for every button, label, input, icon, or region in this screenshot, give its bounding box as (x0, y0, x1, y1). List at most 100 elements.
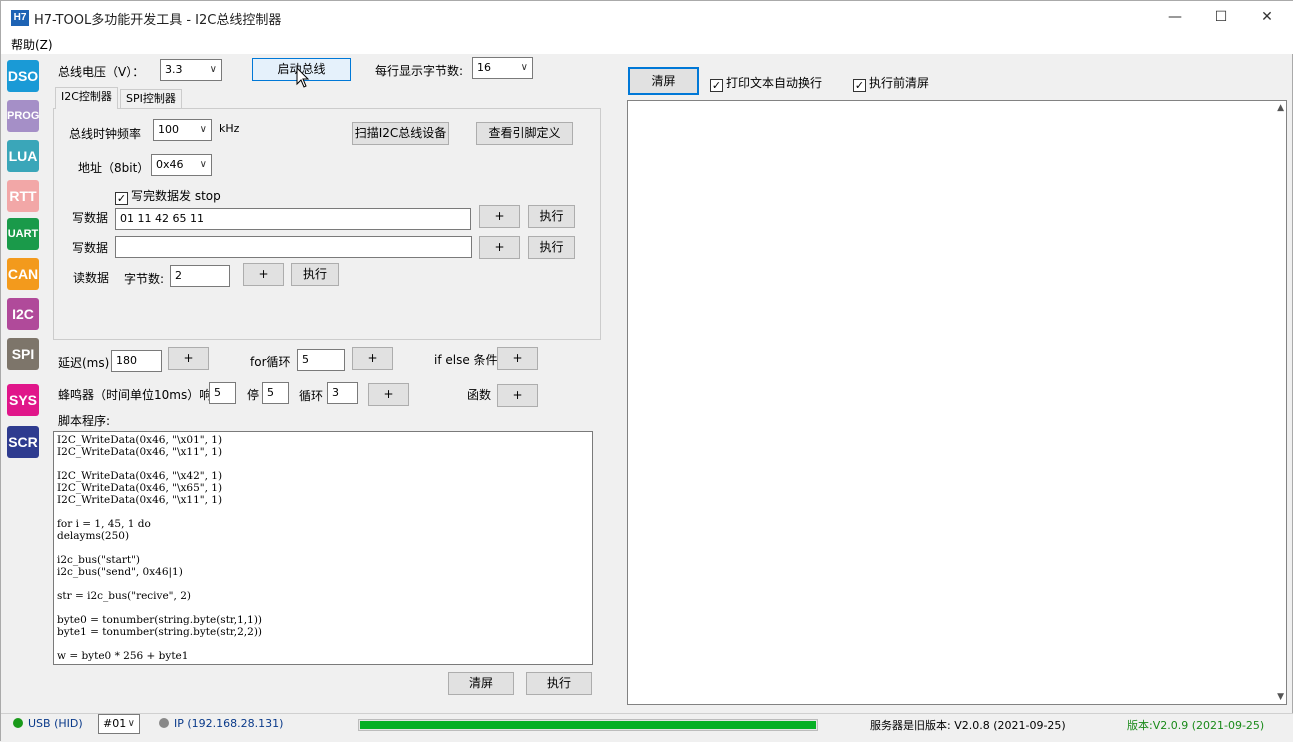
bytes-per-line-value: 16 (477, 61, 491, 74)
usb-status-icon (13, 718, 23, 728)
sidebar-item-dso[interactable]: DSO (7, 60, 39, 92)
script-label: 脚本程序: (58, 414, 111, 428)
ifelse-add-button[interactable]: + (497, 347, 538, 370)
checkbox-checked-icon: ✓ (115, 192, 128, 205)
address-select[interactable]: 0x46 ∨ (151, 154, 212, 176)
sidebar-item-uart[interactable]: UART (7, 218, 39, 250)
checkbox-checked-icon: ✓ (853, 79, 866, 92)
stop-checkbox-label: 写完数据发 stop (131, 189, 221, 203)
delay-add-button[interactable]: + (168, 347, 209, 370)
menu-help[interactable]: 帮助(Z) (11, 36, 53, 53)
write-exec-button-1[interactable]: 执行 (528, 205, 575, 228)
beep-on-input[interactable]: 5 (209, 382, 236, 404)
for-input[interactable]: 5 (297, 349, 345, 371)
address-value: 0x46 (156, 158, 184, 171)
device-value: #01 (103, 717, 127, 730)
sidebar: DSO PROG LUA RTT UART CAN I2C SPI SYS SCR (1, 54, 45, 714)
sidebar-item-lua[interactable]: LUA (7, 140, 39, 172)
byte-count-label: 字节数: (124, 272, 165, 286)
read-add-button[interactable]: + (243, 263, 284, 286)
chevron-down-icon: ∨ (199, 124, 207, 135)
scroll-up-icon[interactable]: ▲ (1277, 103, 1284, 113)
close-button[interactable]: ✕ (1244, 1, 1290, 34)
write-label-2: 写数据 (72, 241, 109, 255)
ip-status-icon (159, 718, 169, 728)
usb-status: USB (HID) (13, 717, 83, 730)
write-data-input-2[interactable] (115, 236, 472, 258)
chevron-down-icon: ∨ (127, 718, 135, 729)
for-label: for循环 (250, 355, 291, 369)
clear-before-checkbox[interactable]: ✓ 执行前清屏 (853, 74, 929, 92)
sidebar-item-scr[interactable]: SCR (7, 426, 39, 458)
loop-label: 循环 (299, 389, 324, 403)
minimize-button[interactable]: — (1152, 1, 1198, 34)
chevron-down-icon: ∨ (199, 159, 207, 170)
ip-status-text: IP (192.168.28.131) (174, 717, 284, 730)
read-exec-button[interactable]: 执行 (291, 263, 339, 286)
sidebar-item-prog[interactable]: PROG (7, 100, 39, 132)
device-select[interactable]: #01 ∨ (98, 714, 140, 734)
beep-off-input[interactable]: 5 (262, 382, 289, 404)
output-textbox[interactable]: ▲ ▼ (627, 100, 1287, 705)
checkbox-checked-icon: ✓ (710, 79, 723, 92)
tab-i2c[interactable]: I2C控制器 (55, 87, 118, 109)
read-label: 读数据 (73, 271, 110, 285)
tab-spi[interactable]: SPI控制器 (120, 89, 182, 109)
sidebar-item-sys[interactable]: SYS (7, 384, 39, 416)
write-add-button-2[interactable]: + (479, 236, 520, 259)
clear-before-checkbox-label: 执行前清屏 (869, 76, 930, 90)
chevron-down-icon: ∨ (520, 62, 528, 73)
clock-value: 100 (158, 123, 179, 136)
local-version: 版本:V2.0.9 (2021-09-25) (1127, 719, 1265, 732)
write-add-button-1[interactable]: + (479, 205, 520, 228)
sidebar-item-rtt[interactable]: RTT (7, 180, 39, 212)
script-clear-button[interactable]: 清屏 (448, 672, 514, 695)
window-title: H7-TOOL多功能开发工具 - I2C总线控制器 (34, 13, 282, 28)
voltage-value: 3.3 (165, 63, 183, 76)
app-icon: H7 (11, 10, 29, 26)
title-bar: H7 H7-TOOL多功能开发工具 - I2C总线控制器 — ☐ ✕ (1, 1, 1293, 34)
ip-status: IP (192.168.28.131) (159, 717, 283, 730)
clock-label: 总线时钟频率 (69, 127, 142, 141)
for-add-button[interactable]: + (352, 347, 393, 370)
wrap-checkbox[interactable]: ✓ 打印文本自动换行 (710, 74, 822, 92)
delay-label: 延迟(ms) (58, 356, 110, 370)
menu-bar: 帮助(Z) (1, 34, 1293, 54)
write-data-input-1[interactable]: 01 11 42 65 11 (115, 208, 471, 230)
clock-select[interactable]: 100 ∨ (153, 119, 212, 141)
progress-bar-fill (360, 721, 816, 729)
function-add-button[interactable]: + (497, 384, 538, 407)
script-editor[interactable]: I2C_WriteData(0x46, "\x01", 1) I2C_Write… (53, 431, 593, 665)
output-clear-button[interactable]: 清屏 (628, 67, 699, 95)
scroll-down-icon[interactable]: ▼ (1277, 692, 1284, 702)
loop-input[interactable]: 3 (327, 382, 358, 404)
sidebar-item-i2c[interactable]: I2C (7, 298, 39, 330)
bytes-per-line-select[interactable]: 16 ∨ (472, 57, 533, 79)
bytes-per-line-label: 每行显示字节数: (375, 64, 464, 78)
wrap-checkbox-label: 打印文本自动换行 (726, 76, 823, 90)
voltage-select[interactable]: 3.3 ∨ (160, 59, 222, 81)
write-label-1: 写数据 (72, 211, 109, 225)
sidebar-item-can[interactable]: CAN (7, 258, 39, 290)
stop-checkbox[interactable]: ✓ 写完数据发 stop (115, 187, 221, 205)
maximize-button[interactable]: ☐ (1198, 1, 1244, 34)
clock-unit: kHz (219, 122, 240, 135)
beep-stop-label: 停 (247, 388, 260, 402)
mouse-cursor-icon (296, 67, 310, 88)
delay-input[interactable]: 180 (111, 350, 162, 372)
scan-bus-button[interactable]: 扫描I2C总线设备 (352, 122, 449, 145)
byte-count-input[interactable]: 2 (170, 265, 230, 287)
beep-label: 蜂鸣器（时间单位10ms）响 (58, 388, 212, 402)
ifelse-label: if else 条件 (434, 353, 498, 367)
voltage-label: 总线电压（V）： (58, 65, 145, 79)
script-exec-button[interactable]: 执行 (526, 672, 592, 695)
app-window: H7 H7-TOOL多功能开发工具 - I2C总线控制器 — ☐ ✕ 帮助(Z)… (0, 0, 1293, 742)
server-version: 服务器是旧版本: V2.0.8 (2021-09-25) (870, 719, 1066, 732)
sidebar-item-spi[interactable]: SPI (7, 338, 39, 370)
chevron-down-icon: ∨ (209, 64, 217, 75)
usb-status-text: USB (HID) (28, 717, 83, 730)
beep-add-button[interactable]: + (368, 383, 409, 406)
address-label: 地址（8bit） (78, 161, 150, 175)
write-exec-button-2[interactable]: 执行 (528, 236, 575, 259)
pin-definition-button[interactable]: 查看引脚定义 (476, 122, 573, 145)
